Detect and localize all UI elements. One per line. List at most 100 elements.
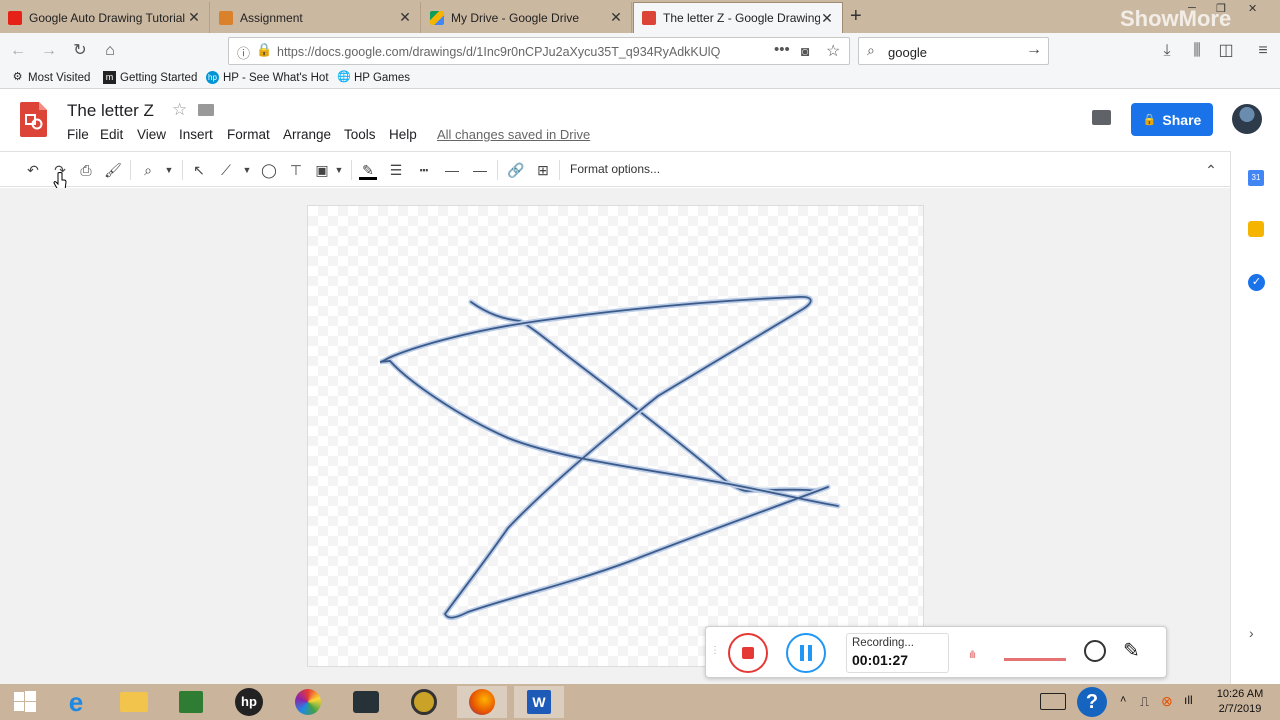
menu-help[interactable]: Help [389,127,417,142]
menu-file[interactable]: File [67,127,89,142]
tasks-icon[interactable]: ✓ [1248,274,1265,291]
bookmark-star-icon[interactable]: ☆ [826,41,840,61]
keyboard-icon[interactable] [1040,693,1066,710]
chevron-down-icon[interactable]: ▼ [159,160,179,180]
save-status[interactable]: All changes saved in Drive [437,127,590,142]
search-box[interactable]: ⌕ google → [858,37,1049,65]
pencil-icon[interactable]: ✎ [1123,638,1140,663]
pocket-icon[interactable]: ◙ [801,43,809,59]
tab-youtube-tutorial[interactable]: Google Auto Drawing Tutorial f ✕ [0,2,210,33]
hamburger-menu-icon[interactable]: ≡ [1252,40,1274,62]
menu-format[interactable]: Format [227,127,270,142]
internet-explorer-icon[interactable]: e [51,686,101,718]
print-icon[interactable]: ⎙ [76,160,96,180]
word-icon[interactable]: W [514,686,564,718]
paint-format-icon[interactable]: 🖌 [103,160,123,180]
shape-icon[interactable]: ◯ [259,160,279,180]
chevron-down-icon[interactable]: ▼ [329,160,349,180]
tab-assignment[interactable]: Assignment ✕ [211,2,421,33]
window-close-icon[interactable]: ✕ [1248,2,1257,15]
disc-app-icon[interactable] [399,686,449,718]
close-icon[interactable]: ✕ [187,9,201,26]
keep-icon[interactable] [1248,221,1264,237]
search-input[interactable]: google [888,45,927,60]
close-icon[interactable]: ✕ [398,9,412,26]
pause-record-button[interactable] [786,633,826,673]
menu-view[interactable]: View [137,127,166,142]
line-start-icon[interactable]: — [442,160,462,180]
avatar[interactable] [1232,104,1262,134]
select-icon[interactable]: ↖ [189,160,209,180]
video-editor-icon[interactable] [341,686,391,718]
bookmark-most-visited[interactable]: ⚙ Most Visited [11,71,91,84]
zoom-icon[interactable]: ⌕ [138,160,158,180]
bookmark-hp-whats-hot[interactable]: hp HP - See What's Hot [206,71,329,84]
expand-panel-icon[interactable]: › [1249,625,1254,641]
link-icon[interactable]: 🔗 [506,160,526,180]
store-icon[interactable] [166,686,216,718]
downloads-icon[interactable]: ⤓ [1156,40,1178,62]
chevron-down-icon[interactable]: ▼ [237,160,257,180]
calendar-icon[interactable]: 31 [1248,170,1264,186]
forward-icon[interactable]: → [38,40,60,62]
url-bar[interactable]: ⓘ 🔒 https://docs.google.com/drawings/d/1… [228,37,850,65]
undo-icon[interactable]: ↶ [23,160,43,180]
line-color-icon[interactable]: ✎ [358,160,378,180]
tab-title: My Drive - Google Drive [451,10,580,25]
comment-add-icon[interactable]: ⊞ [533,160,553,180]
signal-icon[interactable]: ıll [1184,693,1193,707]
info-icon[interactable]: ⓘ [237,43,250,62]
restore-icon[interactable]: ❐ [1216,2,1226,15]
close-icon[interactable]: ✕ [609,9,623,26]
tab-the-letter-z[interactable]: The letter Z - Google Drawings ✕ [633,2,843,33]
media-player-icon[interactable] [283,686,333,718]
line-weight-icon[interactable]: ☰ [386,160,406,180]
library-icon[interactable]: ⫼ [1186,40,1208,62]
hp-app-icon[interactable]: hp [224,686,274,718]
line-icon[interactable]: ⟋ [216,160,236,180]
menu-edit[interactable]: Edit [100,127,123,142]
system-clock[interactable]: 10:26 AM 2/7/2019 [1205,687,1275,717]
share-button[interactable]: 🔒 Share [1131,103,1213,136]
new-tab-icon[interactable]: + [850,5,862,28]
stop-record-button[interactable] [728,633,768,673]
bookmark-getting-started[interactable]: m Getting Started [103,71,197,84]
comments-icon[interactable] [1092,110,1111,125]
line-dash-icon[interactable]: ┅ [414,160,434,180]
close-icon[interactable]: ✕ [820,10,834,27]
tab-my-drive[interactable]: My Drive - Google Drive ✕ [422,2,632,33]
minimize-icon[interactable]: ─ [1188,2,1196,14]
format-options-button[interactable]: Format options... [570,162,660,176]
menu-insert[interactable]: Insert [179,127,213,142]
file-explorer-icon[interactable] [109,686,159,718]
collapse-toolbar-icon[interactable]: ⌃ [1201,160,1221,180]
textbox-icon[interactable]: ⊤ [286,160,306,180]
device-icon[interactable]: ⎍ [1140,694,1149,710]
start-button[interactable] [0,686,50,718]
webcam-icon[interactable] [1084,640,1106,662]
volume-slider[interactable] [1004,658,1066,661]
drag-handle-icon[interactable]: ⋮ [710,645,720,656]
scribble-drawing[interactable] [308,206,925,668]
canvas-area[interactable] [0,188,1230,684]
home-icon[interactable]: ⌂ [99,40,121,62]
more-actions-icon[interactable]: ••• [774,41,790,58]
drawing-page[interactable] [307,205,924,667]
sidebar-toggle-icon[interactable]: ◫ [1215,40,1237,62]
document-title[interactable]: The letter Z [67,101,154,121]
search-go-icon[interactable]: → [1026,41,1042,59]
back-icon[interactable]: ← [7,40,29,62]
tray-expand-icon[interactable]: ˄ [1120,694,1126,706]
network-warning-icon[interactable]: ⊗ [1161,693,1173,710]
menu-tools[interactable]: Tools [344,127,376,142]
firefox-icon[interactable] [457,686,507,718]
drawings-logo-icon[interactable] [20,102,47,137]
folder-icon[interactable] [198,104,214,116]
line-end-icon[interactable]: — [470,160,490,180]
tab-title: The letter Z - Google Drawings [663,11,820,25]
help-icon[interactable]: ? [1077,687,1107,717]
menu-arrange[interactable]: Arrange [283,127,331,142]
star-icon[interactable]: ☆ [172,100,187,120]
reload-icon[interactable]: ↻ [69,40,91,62]
bookmark-hp-games[interactable]: 🌐 HP Games [337,71,410,84]
